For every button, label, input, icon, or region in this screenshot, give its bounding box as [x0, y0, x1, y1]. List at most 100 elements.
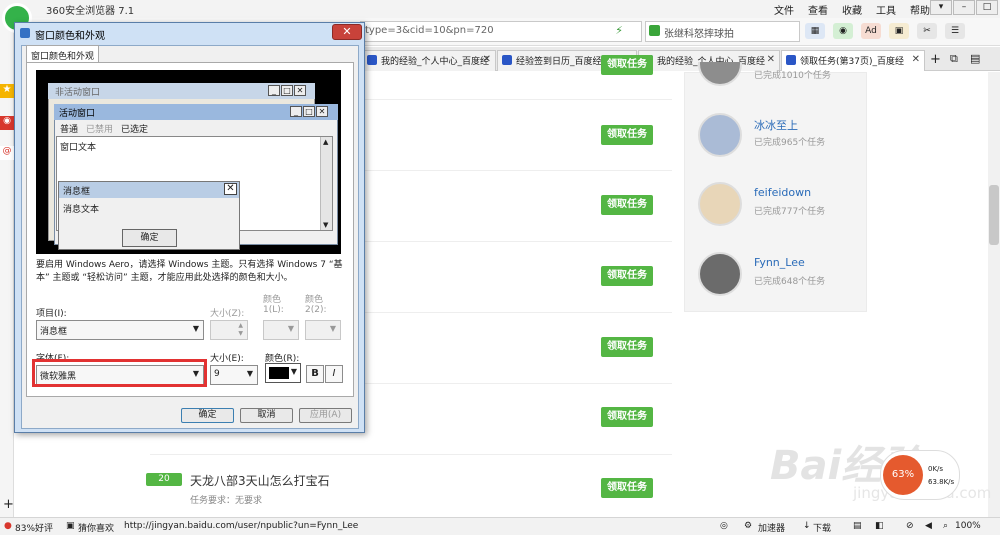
avatar [698, 182, 742, 226]
menu-view[interactable]: 查看 [808, 2, 828, 17]
restore-tab-icon[interactable]: ⧉ [950, 52, 958, 66]
clean-icon[interactable]: ◧ [875, 521, 884, 531]
grid-icon[interactable]: ▦ [805, 23, 825, 39]
get-task-button[interactable]: 领取任务 [601, 125, 653, 145]
size-stepper[interactable]: ▲ ▼ [210, 320, 248, 340]
minimize-button[interactable]: – [953, 0, 975, 15]
user-item-partial[interactable]: 已完成1010个任务 [698, 62, 868, 90]
task-title[interactable]: 天龙八部3天山怎么打宝石 [190, 472, 330, 489]
new-tab-icon[interactable]: + [930, 52, 941, 67]
search-box[interactable]: 张继科怒摔球拍 [645, 21, 800, 42]
menu-tools[interactable]: 工具 [876, 2, 896, 17]
bold-button[interactable]: B [306, 365, 324, 383]
guess-like-link[interactable]: 猜你喜欢 [78, 521, 114, 534]
refresh-icon[interactable]: ⚡ [615, 24, 623, 37]
active-window-controls: _ □ ✕ [290, 106, 328, 117]
item-label: 项目(I): [36, 309, 67, 319]
get-task-button[interactable]: 领取任务 [601, 195, 653, 215]
extension-icon[interactable]: ▣ [889, 23, 909, 39]
dialog-tab[interactable]: 窗口颜色和外观 [26, 45, 99, 63]
browser-menu: 文件 查看 收藏 工具 帮助 [774, 2, 930, 17]
settings-icon[interactable]: ☰ [945, 23, 965, 39]
menu-file[interactable]: 文件 [774, 2, 794, 17]
menu-selected[interactable]: 已选定 [121, 122, 148, 135]
italic-button[interactable]: I [325, 365, 343, 383]
tab-list-icon[interactable]: ▤ [970, 52, 980, 65]
guess-like-icon: ▣ [66, 521, 75, 531]
network-icon[interactable]: ⊘ [906, 521, 914, 531]
user-done-count: 已完成965个任务 [754, 138, 826, 148]
task-requirement: 任务要求：无要求 [190, 496, 263, 506]
search-text: 张继科怒摔球拍 [664, 29, 734, 40]
apply-button[interactable]: 应用(A) [299, 408, 352, 423]
message-box-title[interactable]: 消息框 [59, 182, 239, 198]
user-name-link[interactable]: Fynn_Lee [754, 256, 805, 269]
get-task-button[interactable]: 领取任务 [601, 337, 653, 357]
volume-icon[interactable]: ◀ [925, 521, 932, 531]
adblock-icon[interactable]: Ad [861, 23, 881, 39]
star-icon[interactable]: ★ [0, 84, 14, 98]
rating-text[interactable]: 83%好评 [15, 521, 53, 534]
zoom-level[interactable]: 100% [955, 521, 981, 531]
close-tab-icon[interactable]: ✕ [483, 54, 491, 65]
page-icon[interactable]: ▤ [853, 521, 862, 531]
tab-label: 我的经验_个人中心_百度经 [381, 57, 490, 67]
mail-icon[interactable]: @ [0, 146, 14, 160]
font-size-value: 9 [214, 369, 220, 379]
task-reward-badge: 20 [146, 473, 182, 486]
download-button[interactable]: 下载 [813, 521, 831, 534]
chevron-down-icon: ▼ [287, 324, 294, 333]
skin-icon[interactable]: ▾ [930, 0, 952, 15]
screenshot-icon[interactable]: ✂ [917, 23, 937, 39]
font-color-picker[interactable]: ▼ [265, 363, 301, 383]
user-item[interactable]: feifeidown 已完成777个任务 [698, 182, 868, 232]
chevron-down-icon: ▼ [246, 369, 253, 378]
sidebar-add-icon[interactable]: + [3, 497, 14, 512]
chevron-down-icon: ▼ [192, 324, 199, 333]
get-task-button[interactable]: 领取任务 [601, 407, 653, 427]
font-size-select[interactable]: 9 ▼ [210, 365, 258, 385]
scrollbar-thumb[interactable] [989, 185, 999, 245]
menu-normal[interactable]: 普通 [60, 122, 78, 135]
address-bar[interactable]: type=3&cid=10&pn=720 ⚡ [360, 21, 642, 42]
tab-1[interactable]: 我的经验_个人中心_百度经 ✕ [362, 50, 496, 71]
toolbar-icons: ▦ ◉ Ad ▣ ✂ ☰ [805, 23, 965, 39]
message-text[interactable]: 消息文本 [63, 202, 99, 215]
page-scrollbar[interactable] [988, 72, 1000, 518]
color1-select[interactable]: ▼ [263, 320, 299, 340]
get-task-button[interactable]: 领取任务 [601, 478, 653, 498]
avatar [698, 252, 742, 296]
ok-button[interactable]: 确定 [181, 408, 234, 423]
get-task-button[interactable]: 领取任务 [601, 266, 653, 286]
accelerator-button[interactable]: 加速器 [758, 521, 785, 534]
close-tab-icon[interactable]: ✕ [912, 54, 920, 65]
user-item[interactable]: Fynn_Lee 已完成648个任务 [698, 252, 868, 302]
user-item[interactable]: 冰冰至上 已完成965个任务 [698, 113, 868, 163]
cancel-button[interactable]: 取消 [240, 408, 293, 423]
message-box-close-icon: ✕ [224, 183, 237, 195]
menu-disabled[interactable]: 已禁用 [86, 122, 113, 135]
plugin-icon[interactable]: ◎ [720, 521, 728, 531]
menu-favorites[interactable]: 收藏 [842, 2, 862, 17]
speed-percent: 63% [883, 455, 923, 495]
shield-icon[interactable]: ◉ [833, 23, 853, 39]
message-ok-button[interactable]: 确定 [122, 229, 177, 247]
minimize-icon: _ [268, 85, 280, 96]
upload-speed: 0K/s [928, 465, 944, 473]
font-highlight-box [32, 359, 207, 387]
maximize-button[interactable]: □ [976, 0, 998, 15]
stepper-up-icon: ▲ [238, 322, 243, 329]
menu-help[interactable]: 帮助 [910, 2, 930, 17]
search-icon [649, 25, 660, 36]
color2-select[interactable]: ▼ [305, 320, 341, 340]
weibo-icon[interactable]: ◉ [0, 116, 14, 130]
font-size-label: 大小(E): [210, 354, 244, 364]
preview-scrollbar[interactable]: ▲ ▼ [320, 137, 332, 230]
item-select[interactable]: 消息框 ▼ [36, 320, 204, 340]
user-name-link[interactable]: feifeidown [754, 186, 811, 199]
dialog-close-button[interactable]: ✕ [332, 24, 362, 40]
dialog-title: 窗口颜色和外观 [35, 31, 105, 42]
speed-widget[interactable]: 63% 0K/s 63.8K/s [880, 450, 960, 500]
user-name-link[interactable]: 冰冰至上 [754, 117, 798, 133]
get-task-button[interactable]: 领取任务 [601, 55, 653, 75]
